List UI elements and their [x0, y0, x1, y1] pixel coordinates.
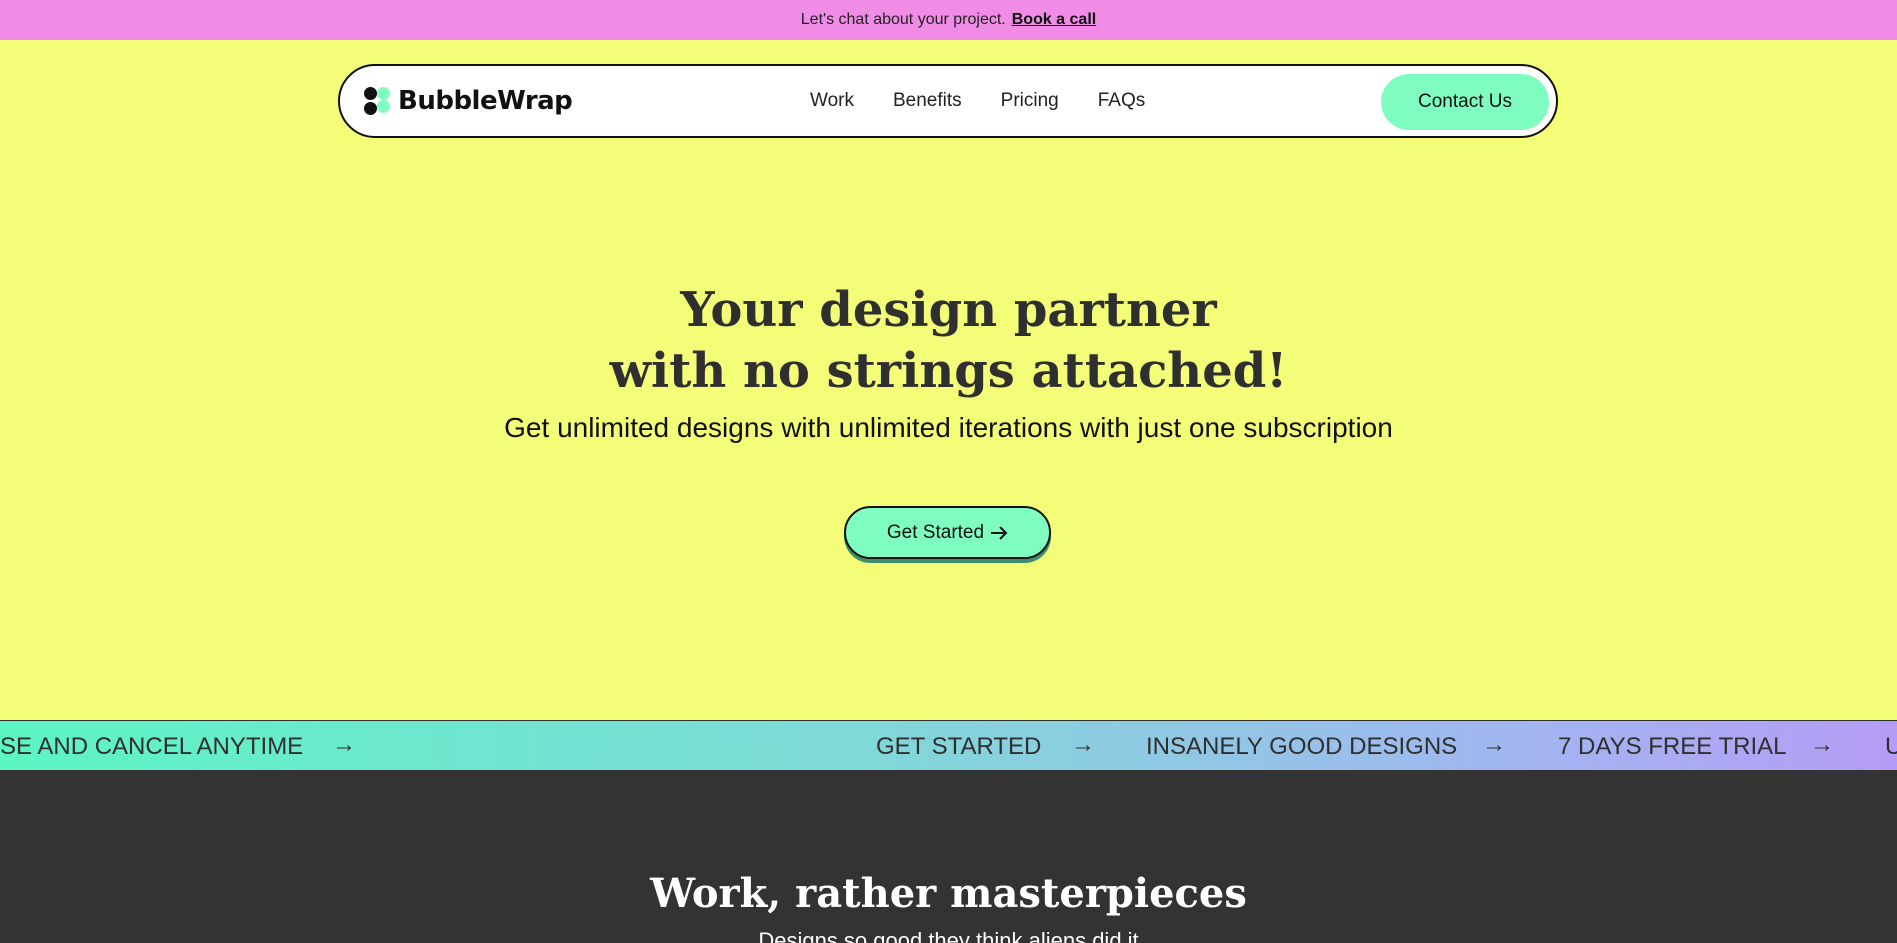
arrow-right-icon: → [1071, 731, 1095, 758]
get-started-button[interactable]: Get Started [844, 506, 1051, 559]
arrow-right-icon [991, 525, 1008, 540]
bubble-logo-icon [364, 87, 392, 115]
arrow-right-icon: → [332, 731, 356, 758]
arrow-right-icon: → [1810, 731, 1834, 758]
marquee-item: SE AND CANCEL ANYTIME [0, 733, 304, 760]
hero-title-line1: Your design partner [680, 282, 1217, 338]
hero-subtitle: Get unlimited designs with unlimited ite… [504, 412, 1393, 443]
logo[interactable]: BubbleWrap [364, 86, 573, 116]
work-title: Work, rather masterpieces [650, 870, 1247, 917]
nav-link-pricing[interactable]: Pricing [1001, 90, 1059, 112]
book-call-link[interactable]: Book a call [1012, 11, 1096, 29]
announcement-text: Let's chat about your project. [800, 11, 1006, 28]
navbar: BubbleWrap Work Benefits Pricing FAQs Co… [338, 64, 1558, 138]
marquee-item: U [1885, 733, 1897, 761]
nav-link-faqs[interactable]: FAQs [1098, 90, 1146, 112]
marquee-item: 7 DAYS FREE TRIAL [1558, 733, 1787, 760]
nav-link-work[interactable]: Work [810, 90, 854, 112]
contact-us-button[interactable]: Contact Us [1381, 74, 1549, 130]
logo-wordmark: BubbleWrap [398, 86, 573, 116]
hero-title: Your design partner with no strings atta… [0, 280, 1897, 402]
marquee-item: GET STARTED [876, 733, 1042, 760]
arrow-right-icon: → [1482, 731, 1506, 758]
hero-title-line2: with no strings attached! [609, 343, 1288, 399]
work-section: Work, rather masterpieces Designs so goo… [0, 770, 1897, 943]
nav-links: Work Benefits Pricing FAQs [810, 90, 1184, 112]
work-subtitle: Designs so good they think aliens did it [758, 928, 1139, 943]
marquee-item: INSANELY GOOD DESIGNS [1146, 733, 1458, 760]
marquee-banner: SE AND CANCEL ANYTIME → GET STARTED → IN… [0, 720, 1897, 770]
announcement-bar: Let's chat about your project. Book a ca… [0, 0, 1897, 40]
nav-link-benefits[interactable]: Benefits [893, 90, 962, 112]
get-started-label: Get Started [886, 521, 985, 543]
